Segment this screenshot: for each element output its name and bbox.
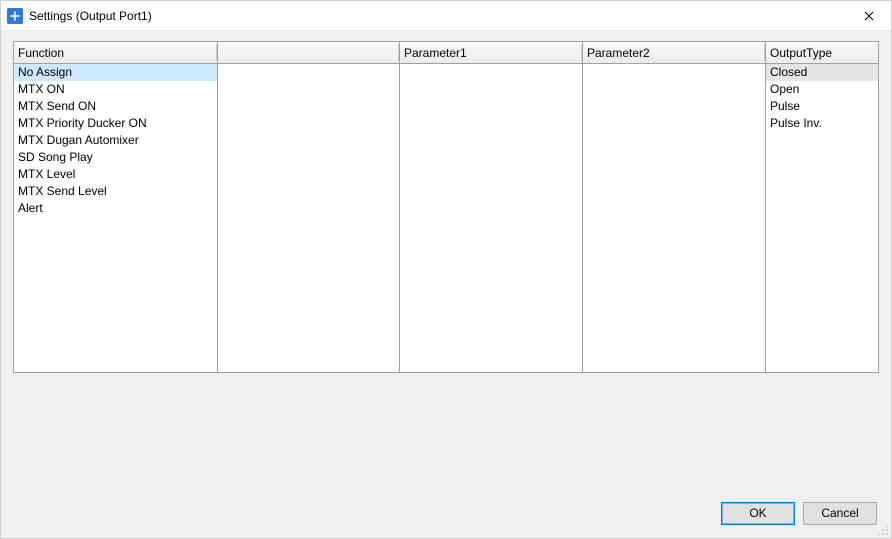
cancel-button[interactable]: Cancel	[803, 502, 877, 525]
list-item[interactable]: MTX Send ON	[14, 98, 217, 115]
outputtype-list[interactable]: ClosedOpenPulsePulse Inv.	[766, 64, 878, 372]
blank-list[interactable]	[218, 64, 399, 372]
column-header-outputtype[interactable]: OutputType	[766, 42, 878, 64]
dialog-button-row: OK Cancel	[13, 496, 879, 530]
column-header-function[interactable]: Function	[14, 42, 217, 64]
list-item[interactable]: Closed	[766, 64, 878, 81]
column-parameter2: Parameter2	[583, 42, 766, 372]
parameter2-list[interactable]	[583, 64, 765, 372]
column-blank	[218, 42, 400, 372]
client-area: Function No AssignMTX ONMTX Send ONMTX P…	[1, 31, 891, 538]
close-icon	[864, 11, 874, 21]
resize-grip-icon[interactable]	[877, 524, 889, 536]
list-item[interactable]: Alert	[14, 200, 217, 217]
column-header-label: Parameter2	[587, 46, 650, 60]
column-header-label: Function	[18, 46, 64, 60]
column-header-parameter2[interactable]: Parameter2	[583, 42, 765, 64]
column-header-label: OutputType	[770, 46, 832, 60]
window-title: Settings (Output Port1)	[29, 9, 152, 23]
list-item[interactable]: MTX ON	[14, 81, 217, 98]
column-header-parameter1[interactable]: Parameter1	[400, 42, 582, 64]
column-header-blank[interactable]	[218, 42, 399, 64]
column-header-label: Parameter1	[404, 46, 467, 60]
list-item[interactable]: MTX Level	[14, 166, 217, 183]
column-outputtype: OutputType ClosedOpenPulsePulse Inv.	[766, 42, 878, 372]
list-item[interactable]: Pulse	[766, 98, 878, 115]
list-item[interactable]: MTX Priority Ducker ON	[14, 115, 217, 132]
ok-button[interactable]: OK	[721, 502, 795, 525]
titlebar: Settings (Output Port1)	[1, 1, 891, 31]
list-item[interactable]: No Assign	[14, 64, 217, 81]
button-label: OK	[749, 506, 766, 520]
button-label: Cancel	[821, 506, 858, 520]
settings-dialog: Settings (Output Port1) Function No Assi…	[0, 0, 892, 539]
app-icon	[7, 8, 23, 24]
column-parameter1: Parameter1	[400, 42, 583, 372]
list-item[interactable]: Open	[766, 81, 878, 98]
list-item[interactable]: MTX Send Level	[14, 183, 217, 200]
settings-grid: Function No AssignMTX ONMTX Send ONMTX P…	[13, 41, 879, 373]
list-item[interactable]: MTX Dugan Automixer	[14, 132, 217, 149]
close-button[interactable]	[846, 1, 891, 31]
column-function: Function No AssignMTX ONMTX Send ONMTX P…	[14, 42, 218, 372]
list-item[interactable]: SD Song Play	[14, 149, 217, 166]
list-item[interactable]: Pulse Inv.	[766, 115, 878, 132]
function-list[interactable]: No AssignMTX ONMTX Send ONMTX Priority D…	[14, 64, 217, 372]
parameter1-list[interactable]	[400, 64, 582, 372]
